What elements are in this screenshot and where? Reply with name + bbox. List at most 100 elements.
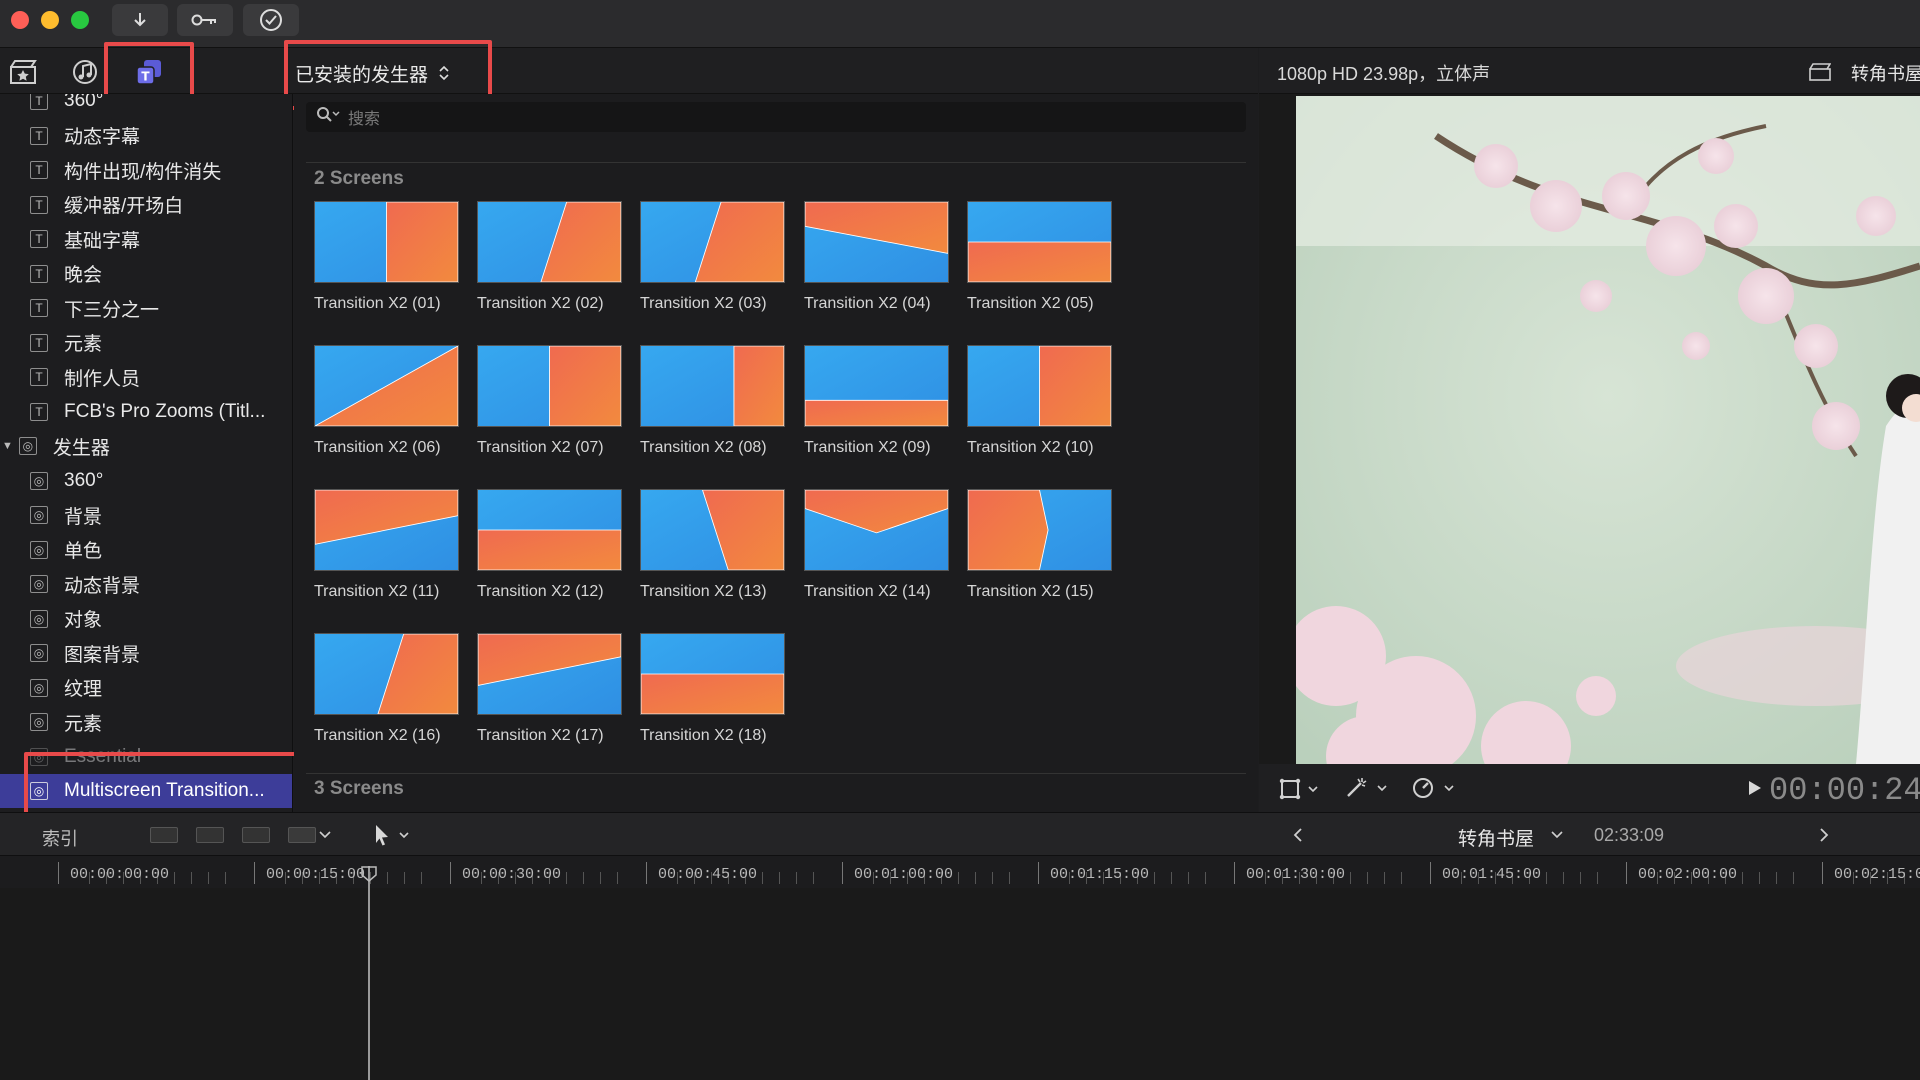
minimize-window-button[interactable] (41, 11, 59, 29)
back-chevron-icon[interactable] (1292, 827, 1304, 843)
sidebar-item-label: 360° (64, 94, 104, 111)
playhead-handle-icon[interactable] (361, 866, 377, 882)
search-field[interactable]: 搜索 (306, 102, 1246, 132)
insert-clip-button[interactable] (196, 827, 224, 843)
sidebar-item[interactable]: T 制作人员 (0, 360, 292, 394)
libraries-button[interactable] (6, 56, 40, 88)
transition-thumbnail[interactable] (314, 201, 459, 283)
transition-thumbnail[interactable] (804, 201, 949, 283)
append-clip-button[interactable] (242, 827, 270, 843)
sidebar-item-label: 制作人员 (64, 368, 141, 390)
magic-wand-icon[interactable] (1344, 776, 1392, 800)
index-button[interactable]: 索引 (42, 825, 78, 851)
ruler-timecode: 00:01:45:00 (1442, 866, 1542, 883)
transition-thumbnail[interactable] (477, 345, 622, 427)
sidebar-item[interactable]: T FCB's Pro Zooms (Titl... (0, 395, 292, 429)
background-tasks-button[interactable] (243, 4, 299, 36)
transition-thumbnail[interactable] (314, 489, 459, 571)
sidebar-item[interactable]: ◎ 单色 (0, 533, 292, 567)
transition-thumbnail[interactable] (314, 633, 459, 715)
close-window-button[interactable] (11, 11, 29, 29)
transition-label: Transition X2 (17) (477, 727, 604, 744)
titles-generators-button[interactable]: T (132, 56, 166, 88)
ruler-major-tick (58, 862, 59, 884)
project-chevron-down-icon[interactable] (1550, 829, 1564, 841)
select-tool-icon[interactable] (372, 823, 416, 847)
transition-thumbnail[interactable] (967, 489, 1112, 571)
search-icon (316, 106, 342, 129)
transform-crop-icon[interactable] (1279, 778, 1323, 800)
ruler-minor-tick (566, 872, 567, 884)
sidebar-item[interactable]: T 晚会 (0, 257, 292, 291)
ruler-timecode: 00:00:15:00 (266, 866, 366, 883)
transition-thumbnail[interactable] (804, 489, 949, 571)
transition-thumbnail[interactable] (804, 345, 949, 427)
disclosure-triangle-icon[interactable]: ▼ (2, 440, 13, 452)
speed-gauge-icon[interactable] (1411, 776, 1459, 800)
viewer-footer: 00:00:24:0 (1259, 764, 1920, 812)
timeline-project-name[interactable]: 转角书屋 (1458, 824, 1534, 851)
transition-thumbnail[interactable] (477, 633, 622, 715)
photos-audio-button[interactable] (68, 56, 102, 88)
transition-thumbnail[interactable] (640, 201, 785, 283)
sidebar-item[interactable]: ◎ Multiscreen Transition... (0, 774, 292, 808)
chevron-down-icon[interactable] (318, 829, 332, 841)
ruler-timecode: 00:02:15:0 (1834, 866, 1920, 883)
sidebar-item[interactable]: T 元素 (0, 326, 292, 360)
timeline-ruler[interactable]: 00:00:00:00 00:00:15:00 00:00:30:00 00:00:4… (0, 856, 1920, 888)
sidebar-item-label: 动态字幕 (64, 127, 141, 148)
ruler-minor-tick (1384, 872, 1385, 884)
transition-thumbnail[interactable] (967, 345, 1112, 427)
forward-chevron-icon[interactable] (1818, 827, 1830, 843)
sidebar-item[interactable]: ◎ 背景 (0, 498, 292, 532)
transition-thumbnail[interactable] (640, 345, 785, 427)
generator-category-select[interactable]: 已安装的发生器 (295, 58, 450, 88)
sidebar-item[interactable]: ◎ 动态背景 (0, 567, 292, 601)
titles-generators-icon: T (136, 60, 161, 85)
ruler-minor-tick (1350, 872, 1351, 884)
timecode-display[interactable]: 00:00:24:0 (1769, 772, 1920, 809)
transition-label: Transition X2 (04) (804, 295, 931, 312)
section-divider (306, 773, 1246, 774)
ruler-timecode: 00:01:15:00 (1050, 866, 1150, 883)
transition-thumbnail[interactable] (477, 489, 622, 571)
sidebar-item[interactable]: T 360° (0, 94, 292, 118)
title-bar (0, 0, 1920, 48)
sidebar-item[interactable]: ◎ 对象 (0, 602, 292, 636)
sidebar-item-label: Multiscreen Transition... (64, 780, 265, 801)
sidebar-item[interactable]: ◎ 元素 (0, 705, 292, 739)
transition-thumbnail[interactable] (477, 201, 622, 283)
play-icon[interactable] (1748, 780, 1762, 796)
sidebar-item[interactable]: T 构件出现/构件消失 (0, 153, 292, 187)
sidebar-item-label: Essential (64, 745, 142, 767)
sidebar-group[interactable]: ▼ ◎ 发生器 (0, 429, 292, 463)
transition-thumbnail[interactable] (640, 633, 785, 715)
connect-clip-button[interactable] (150, 827, 178, 843)
ruler-minor-tick (1793, 872, 1794, 884)
keyword-button[interactable] (177, 4, 233, 36)
generator-category-icon: ◎ (30, 713, 48, 731)
zoom-window-button[interactable] (71, 11, 89, 29)
sidebar-item[interactable]: T 基础字幕 (0, 222, 292, 256)
transition-thumbnail[interactable] (314, 345, 459, 427)
transition-label: Transition X2 (12) (477, 583, 604, 600)
sidebar-item[interactable]: T 缓冲器/开场白 (0, 188, 292, 222)
sidebar-item[interactable]: ◎ 纹理 (0, 671, 292, 705)
sidebar-item[interactable]: ◎ 360° (0, 464, 292, 498)
ruler-minor-tick (1546, 872, 1547, 884)
sidebar-item[interactable]: ◎ 图案背景 (0, 636, 292, 670)
sidebar-item[interactable]: T 动态字幕 (0, 119, 292, 153)
import-button[interactable] (112, 4, 168, 36)
sidebar-item[interactable]: T 下三分之一 (0, 291, 292, 325)
transition-thumbnail[interactable] (640, 489, 785, 571)
transition-label: Transition X2 (07) (477, 439, 604, 456)
playhead[interactable] (368, 866, 370, 1080)
overwrite-clip-button[interactable] (288, 827, 316, 843)
transition-thumbnail[interactable] (967, 201, 1112, 283)
search-placeholder: 搜索 (348, 111, 381, 128)
generator-category-icon: ◎ (30, 644, 48, 662)
sidebar-item[interactable]: ◎ Essential (0, 740, 292, 774)
generator-category-icon: ◎ (30, 575, 48, 593)
clapperboard-icon (1809, 63, 1831, 81)
timeline-area[interactable] (0, 888, 1920, 1080)
